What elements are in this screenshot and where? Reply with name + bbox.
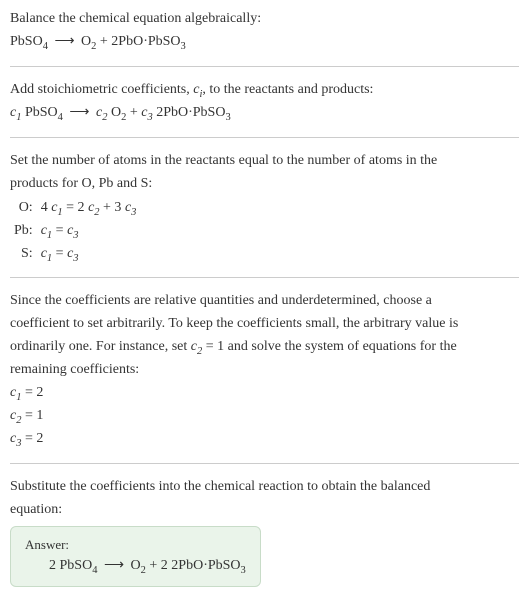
- section-coefficients: Add stoichiometric coefficients, ci, to …: [10, 79, 519, 138]
- answer-p1: Substitute the coefficients into the che…: [10, 476, 519, 497]
- section-problem: Balance the chemical equation algebraica…: [10, 8, 519, 67]
- solution-c2: c2 = 1: [10, 405, 519, 426]
- section-solve: Since the coefficients are relative quan…: [10, 290, 519, 464]
- coeff-equation: c1 PbSO4 ⟶ c2 O2 + c3 2PbO·PbSO3: [10, 102, 519, 123]
- element-label-o: O:: [10, 196, 37, 219]
- atom-equations-table: O: 4 c1 = 2 c2 + 3 c3 Pb: c1 = c3 S: c1 …: [10, 196, 140, 265]
- section-answer: Substitute the coefficients into the che…: [10, 476, 519, 599]
- reactant-pbso4: PbSO4: [10, 34, 48, 49]
- solve-p2: coefficient to set arbitrarily. To keep …: [10, 313, 519, 334]
- solution-c3: c3 = 2: [10, 428, 519, 449]
- element-label-s: S:: [10, 242, 37, 265]
- solve-p1: Since the coefficients are relative quan…: [10, 290, 519, 311]
- plus: +: [96, 34, 111, 49]
- product-2pbo-pbso3: 2 2PbO·PbSO3: [161, 558, 246, 573]
- plus: +: [126, 105, 141, 120]
- equation-o: 4 c1 = 2 c2 + 3 c3: [37, 196, 141, 219]
- product-o2: O2: [81, 34, 96, 49]
- element-label-pb: Pb:: [10, 219, 37, 242]
- table-row: Pb: c1 = c3: [10, 219, 140, 242]
- solve-p4: remaining coefficients:: [10, 359, 519, 380]
- atoms-instruction-2: products for O, Pb and S:: [10, 173, 519, 194]
- equation-s: c1 = c3: [37, 242, 141, 265]
- c3: c3: [141, 105, 152, 120]
- arrow-icon: ⟶: [66, 105, 92, 120]
- table-row: O: 4 c1 = 2 c2 + 3 c3: [10, 196, 140, 219]
- table-row: S: c1 = c3: [10, 242, 140, 265]
- answer-box: Answer: 2 PbSO4 ⟶ O2 + 2 2PbO·PbSO3: [10, 526, 261, 587]
- c1: c1: [10, 105, 21, 120]
- answer-label: Answer:: [25, 537, 246, 553]
- solve-p3: ordinarily one. For instance, set c2 = 1…: [10, 336, 519, 357]
- arrow-icon: ⟶: [101, 558, 127, 573]
- product: 2PbO·PbSO3: [153, 105, 231, 120]
- solution-c1: c1 = 2: [10, 382, 519, 403]
- problem-equation: PbSO4 ⟶ O2 + 2PbO·PbSO3: [10, 31, 519, 52]
- product-o2: O2: [131, 558, 146, 573]
- equation-pb: c1 = c3: [37, 219, 141, 242]
- answer-p2: equation:: [10, 499, 519, 520]
- plus: +: [146, 558, 161, 573]
- balanced-equation: 2 PbSO4 ⟶ O2 + 2 2PbO·PbSO3: [25, 557, 246, 574]
- c2: c2: [96, 105, 107, 120]
- reactant: PbSO4: [21, 105, 62, 120]
- product-2pbo-pbso3: 2PbO·PbSO3: [111, 34, 186, 49]
- atoms-instruction-1: Set the number of atoms in the reactants…: [10, 150, 519, 171]
- o2: O2: [107, 105, 126, 120]
- section-atoms: Set the number of atoms in the reactants…: [10, 150, 519, 278]
- arrow-icon: ⟶: [51, 34, 77, 49]
- problem-instruction: Balance the chemical equation algebraica…: [10, 8, 519, 29]
- reactant: 2 PbSO4: [49, 558, 97, 573]
- coeff-instruction: Add stoichiometric coefficients, ci, to …: [10, 79, 519, 100]
